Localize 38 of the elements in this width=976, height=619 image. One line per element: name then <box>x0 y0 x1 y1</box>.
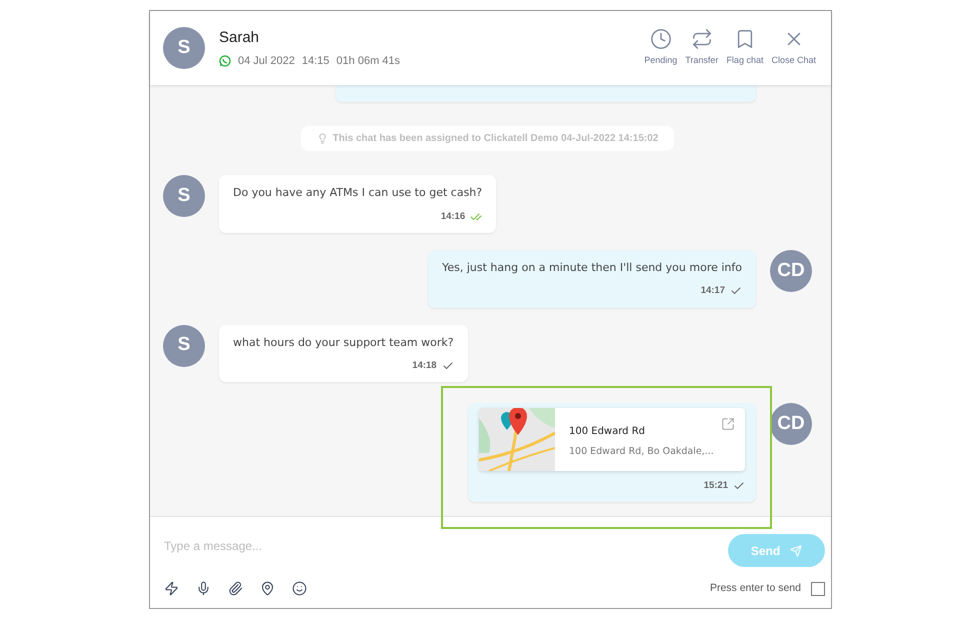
message-text: Yes, just hang on a minute then I'll send you more info <box>442 260 742 276</box>
chat-time: 14:15 <box>302 54 330 69</box>
location-address: 100 Edward Rd, Bo Oakdale,... <box>569 445 714 460</box>
message-time: 14:17 <box>700 284 725 298</box>
message-time: 15:21 <box>704 479 728 494</box>
avatar: S <box>163 27 205 69</box>
location-title: 100 Edward Rd <box>569 425 645 440</box>
enter-to-send-checkbox[interactable] <box>811 582 825 596</box>
attachment-icon[interactable] <box>228 581 243 596</box>
transfer-icon <box>690 28 713 50</box>
external-link-icon[interactable] <box>721 417 735 432</box>
avatar: CD <box>770 403 812 446</box>
clock-icon <box>650 28 672 50</box>
message-time: 14:16 <box>440 210 466 224</box>
message-input-field[interactable]: Type a message... <box>164 537 564 555</box>
avatar: CD <box>770 250 812 292</box>
message-text: Do you have any ATMs I can use to get cash? <box>233 185 482 201</box>
microphone-icon[interactable] <box>196 581 211 596</box>
emoji-icon[interactable] <box>292 581 307 596</box>
chat-duration: 01h 06m 41s <box>336 54 400 69</box>
header-action-button[interactable]: Transfer <box>683 28 720 68</box>
location-pin-icon[interactable] <box>260 581 275 596</box>
location-card[interactable]: 100 Edward Rd 100 Edward Rd, Bo Oakdale,... <box>479 408 745 472</box>
header-action-button[interactable]: Flag chat <box>724 28 766 68</box>
lightbulb-icon <box>316 133 328 144</box>
chat-date: 04 Jul 2022 <box>238 54 295 69</box>
notice-text: This chat has been assigned to Clickatell Demo 04-Jul-2022 14:15:02 <box>332 132 658 146</box>
contact-name: Sarah <box>219 28 260 48</box>
header-action-button[interactable]: Close Chat <box>769 28 818 68</box>
whatsapp-icon <box>219 55 231 68</box>
lightning-icon[interactable] <box>164 581 179 596</box>
header-action-button[interactable]: Pending <box>642 28 680 68</box>
message-text: what hours do your support team work? <box>233 334 454 350</box>
avatar: S <box>163 175 205 217</box>
avatar: S <box>163 324 205 366</box>
send-icon <box>790 544 802 556</box>
message-time: 14:18 <box>412 359 437 373</box>
enter-to-send-label: Press enter to send <box>710 581 801 596</box>
